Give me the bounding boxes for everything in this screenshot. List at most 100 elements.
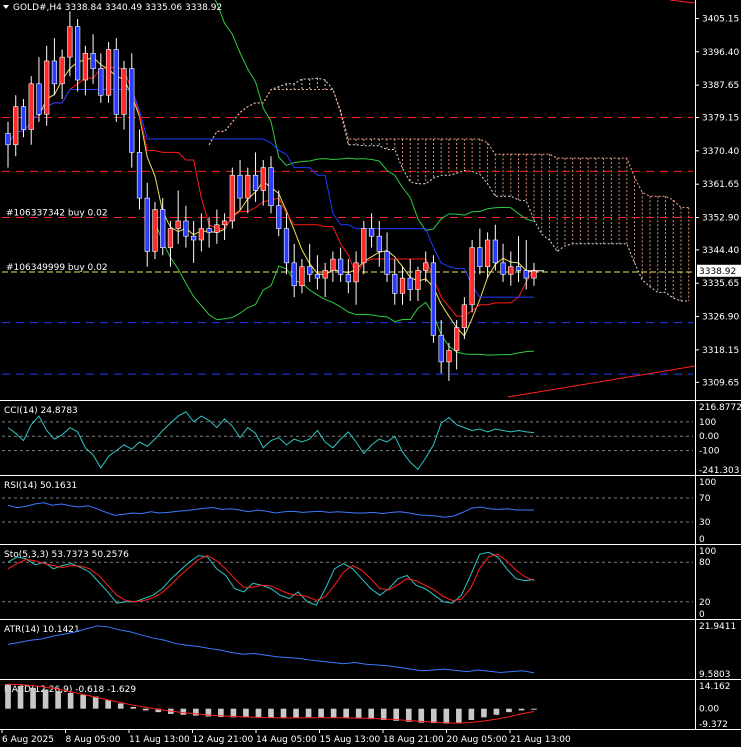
indicator-scale-label: 0.00 <box>699 432 719 442</box>
candle-body <box>283 228 290 264</box>
candle-body <box>191 235 197 241</box>
candle-body <box>28 83 34 130</box>
candle-body <box>322 270 328 279</box>
candle-body <box>291 262 297 287</box>
candle-body <box>167 228 174 248</box>
indicator-scale-label: 20 <box>699 598 711 608</box>
indicator-scale-label: 70 <box>699 494 711 504</box>
candle <box>105 41 112 103</box>
cci-title: CCI(14) 24.8783 <box>4 406 78 416</box>
symbol-title: GOLD#,H4 3338.84 3340.49 3335.06 3338.92 <box>13 3 222 13</box>
price-tick-label: 3326.90 <box>702 313 739 323</box>
indicator-scale-label: -241.303 <box>699 466 739 476</box>
candle-body <box>446 350 452 363</box>
candle-body <box>214 224 220 233</box>
price-tick-label: 3379.15 <box>702 114 739 124</box>
candle-body <box>183 220 189 237</box>
candle-body <box>5 133 11 146</box>
time-tick-label: 14 Aug 05:00 <box>256 735 317 745</box>
candle-body <box>160 209 166 248</box>
time-tick-label: 6 Aug 2025 <box>2 735 54 745</box>
candle-body <box>531 270 537 279</box>
candle-body <box>299 266 305 287</box>
candle-body <box>51 60 58 85</box>
candle-body <box>461 304 468 328</box>
candle-body <box>477 247 483 267</box>
candle-body <box>523 270 529 279</box>
candle-body <box>361 228 367 264</box>
indicator-scale-label: 14.162 <box>699 682 731 692</box>
candle <box>430 255 437 343</box>
price-tick-label: 3361.65 <box>702 180 739 190</box>
time-tick-label: 21 Aug 13:00 <box>510 735 571 745</box>
order-label[interactable]: #106337342 buy 0.02 <box>6 209 108 219</box>
candle-body <box>245 174 251 199</box>
candle-body <box>82 53 88 81</box>
candle-body <box>508 266 514 275</box>
time-tick-label: 20 Aug 05:00 <box>447 735 508 745</box>
candle-body <box>90 53 96 69</box>
candle <box>469 240 475 313</box>
candle-body <box>500 262 506 275</box>
candle-body <box>307 266 313 275</box>
candle <box>229 167 235 229</box>
indicator-scale-label: 30 <box>699 518 711 528</box>
candle-body <box>399 277 406 294</box>
current-price-label: 3338.92 <box>699 267 736 277</box>
candle-body <box>392 273 398 294</box>
candle-body <box>36 83 42 115</box>
candle-body <box>20 106 27 130</box>
candle-body <box>345 273 351 283</box>
candle-body <box>252 174 259 191</box>
indicator-scale-label: 100 <box>699 418 716 428</box>
indicator-scale-label: 0.00 <box>699 705 719 715</box>
indicator-scale-label: -9.372 <box>699 720 728 730</box>
price-tick-label: 3352.90 <box>702 214 739 224</box>
candle-body <box>384 251 390 275</box>
candle-body <box>206 228 212 233</box>
candle-body <box>67 26 73 58</box>
candle-body <box>121 68 127 115</box>
candle <box>129 53 135 168</box>
indicator-scale-label: 100 <box>699 547 716 557</box>
candle-body <box>438 334 444 363</box>
candle-body <box>376 235 382 252</box>
indicator-scale-label: 80 <box>699 558 711 568</box>
candle-body <box>454 327 460 351</box>
indicator-scale-label: 0 <box>699 535 705 545</box>
indicator-scale-label: 100 <box>699 478 716 488</box>
candle-body <box>113 49 119 115</box>
price-tick-label: 3387.65 <box>702 81 739 91</box>
candle-body <box>105 49 112 96</box>
candle-body <box>59 56 65 85</box>
candle-body <box>260 167 266 191</box>
time-tick-label: 12 Aug 21:00 <box>193 735 254 745</box>
time-tick-label: 18 Aug 21:00 <box>383 735 444 745</box>
candle-body <box>129 68 135 153</box>
candle-body <box>13 106 19 146</box>
price-tick-label: 3396.40 <box>702 48 739 58</box>
candle-body <box>198 228 205 241</box>
candle-body <box>430 262 437 336</box>
price-tick-label: 3344.40 <box>702 246 739 256</box>
candle-body <box>44 60 50 115</box>
time-tick-label: 8 Aug 05:00 <box>66 735 121 745</box>
candle-body <box>415 270 421 290</box>
candle-body <box>237 174 243 199</box>
candle-body <box>484 239 491 267</box>
price-tick-label: 3405.15 <box>702 14 739 24</box>
candle-body <box>330 258 336 271</box>
candle-body <box>469 247 475 306</box>
candle-body <box>423 262 429 271</box>
price-tick-label: 3335.65 <box>702 279 739 289</box>
order-label[interactable]: #106349999 buy 0.02 <box>6 263 108 273</box>
candle-body <box>74 26 81 81</box>
symbol-header: GOLD#,H4 3338.84 3340.49 3335.06 3338.92 <box>3 3 222 13</box>
time-tick-label: 11 Aug 13:00 <box>129 735 190 745</box>
candle-body <box>175 220 181 229</box>
price-tick-label: 3370.40 <box>702 147 739 157</box>
indicator-scale-label: 21.9411 <box>699 622 736 632</box>
indicator-scale-label: 9.5803 <box>699 670 731 680</box>
candle-body <box>268 167 274 207</box>
trading-chart-window[interactable]: #106337342 buy 0.02 #106349999 buy 0.02 G… <box>0 0 741 747</box>
